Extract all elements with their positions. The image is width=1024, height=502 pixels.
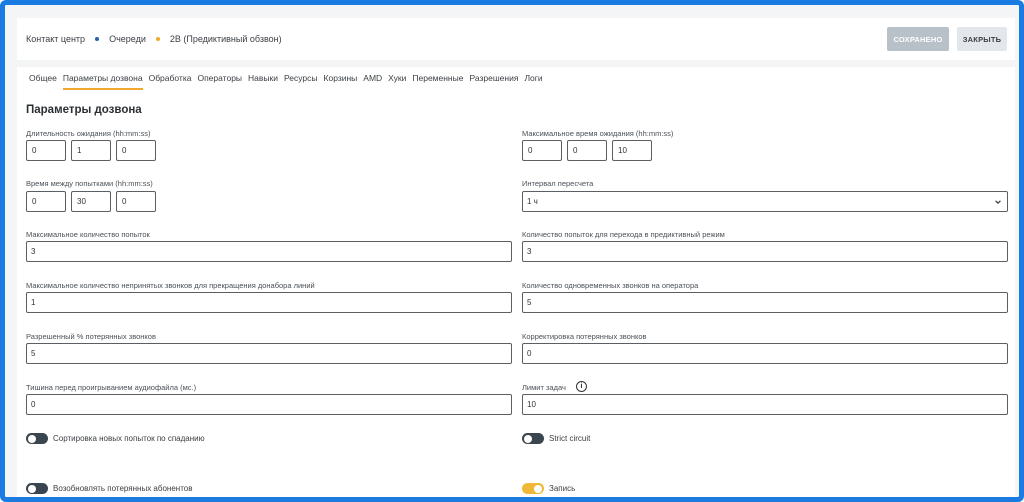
retry-interval-label: Время между попытками (hh:mm:ss)	[26, 179, 153, 188]
strict-circuit-label: Strict circuit	[549, 434, 591, 443]
predictive-attempts-label: Количество попыток для перехода в предик…	[522, 230, 725, 239]
lost-correction-input[interactable]: 0	[522, 343, 1008, 364]
tab-variables[interactable]: Переменные	[412, 73, 463, 90]
toggle-knob	[534, 484, 542, 493]
breadcrumb-item-contact-center[interactable]: Контакт центр	[26, 34, 85, 44]
settings-panel: Общее Параметры дозвона Обработка Операт…	[17, 67, 1015, 497]
lost-percent-input[interactable]: 5	[26, 343, 512, 364]
breadcrumb-separator-dot	[155, 37, 160, 41]
close-button[interactable]: Закрыть	[957, 27, 1007, 51]
page-title: Параметры дозвона	[26, 104, 142, 116]
breadcrumb-item-queues[interactable]: Очереди	[109, 34, 146, 44]
max-attempts-input[interactable]: 3	[26, 241, 512, 262]
tab-skills[interactable]: Навыки	[248, 73, 278, 90]
resume-lost-toggle[interactable]	[26, 483, 48, 494]
task-limit-label: Лимит задач	[522, 383, 566, 392]
recalc-interval-label: Интервал пересчета	[522, 179, 594, 188]
recalc-interval-select[interactable]: 1 ч	[522, 191, 1008, 212]
silence-before-audio-label: Тишина перед проигрыванием аудиофайла (м…	[26, 383, 197, 392]
task-limit-input[interactable]: 10	[522, 394, 1008, 415]
recalc-interval-value: 1 ч	[527, 197, 538, 206]
breadcrumb: Контакт центр Очереди 2В (Предиктивный о…	[26, 18, 282, 60]
tab-hooks[interactable]: Хуки	[388, 73, 406, 90]
toggle-knob	[28, 484, 36, 493]
max-attempts-label: Максимальное количество попыток	[26, 230, 150, 239]
header-bar: Контакт центр Очереди 2В (Предиктивный о…	[17, 18, 1015, 60]
lost-percent-label: Разрешенный % потерянных звонков	[26, 332, 156, 341]
chevron-down-icon	[995, 199, 1001, 204]
wait-duration-minutes-input[interactable]: 1	[71, 140, 111, 161]
sort-desc-label: Сортировка новых попыток по спаданию	[53, 434, 205, 443]
info-icon[interactable]: i	[576, 381, 587, 392]
max-wait-minutes-input[interactable]: 0	[567, 140, 607, 161]
tab-baskets[interactable]: Корзины	[324, 73, 358, 90]
silence-before-audio-input[interactable]: 0	[26, 394, 512, 415]
strict-circuit-toggle[interactable]	[522, 433, 544, 444]
concurrent-calls-input[interactable]: 5	[522, 292, 1008, 313]
tab-amd[interactable]: AMD	[363, 73, 382, 90]
breadcrumb-item-current: 2В (Предиктивный обзвон)	[169, 34, 282, 44]
tab-dial-params[interactable]: Параметры дозвона	[62, 73, 143, 90]
breadcrumb-separator-dot	[95, 37, 100, 41]
max-unanswered-label: Максимальное количество непринятых звонк…	[26, 281, 315, 290]
retry-interval-seconds-input[interactable]: 0	[116, 191, 156, 212]
tab-resources[interactable]: Ресурсы	[284, 73, 318, 90]
app-frame: Контакт центр Очереди 2В (Предиктивный о…	[0, 0, 1024, 502]
max-wait-label: Максимальное время ожидания (hh:mm:ss)	[522, 129, 674, 138]
tab-general[interactable]: Общее	[29, 73, 57, 90]
max-wait-hours-input[interactable]: 0	[522, 140, 562, 161]
retry-interval-hours-input[interactable]: 0	[26, 191, 66, 212]
lost-correction-label: Корректировка потерянных звонков	[522, 332, 647, 341]
tab-processing[interactable]: Обработка	[149, 73, 192, 90]
retry-interval-minutes-input[interactable]: 30	[71, 191, 111, 212]
toggle-knob	[524, 434, 532, 443]
tab-permissions[interactable]: Разрешения	[469, 73, 518, 90]
tab-logs[interactable]: Логи	[524, 73, 542, 90]
record-toggle[interactable]	[522, 483, 544, 494]
tab-operators[interactable]: Операторы	[197, 73, 242, 90]
wait-duration-seconds-input[interactable]: 0	[116, 140, 156, 161]
record-label: Запись	[549, 484, 576, 493]
max-unanswered-input[interactable]: 1	[26, 292, 512, 313]
tab-bar: Общее Параметры дозвона Обработка Операт…	[29, 73, 543, 90]
saved-button[interactable]: Сохранено	[887, 27, 949, 51]
toggle-knob	[28, 434, 36, 443]
predictive-attempts-input[interactable]: 3	[522, 241, 1008, 262]
wait-duration-hours-input[interactable]: 0	[26, 140, 66, 161]
resume-lost-label: Возобновлять потерянных абонентов	[53, 484, 193, 493]
max-wait-seconds-input[interactable]: 10	[612, 140, 652, 161]
wait-duration-label: Длительность ожидания (hh:mm:ss)	[26, 129, 151, 138]
concurrent-calls-label: Количество одновременных звонков на опер…	[522, 281, 699, 290]
sort-desc-toggle[interactable]	[26, 433, 48, 444]
